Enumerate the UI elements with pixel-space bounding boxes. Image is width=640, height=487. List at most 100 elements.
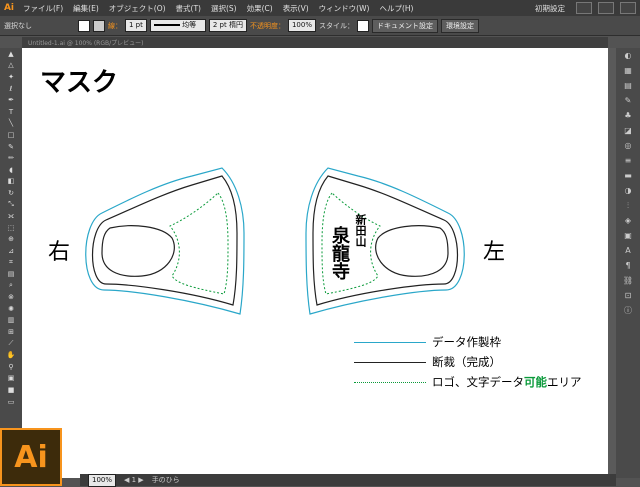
blob-brush-tool-icon[interactable]: ◖ xyxy=(0,164,22,176)
artboard-tool-icon[interactable]: ⊞ xyxy=(0,326,22,338)
menu-help[interactable]: ヘルプ(H) xyxy=(374,3,418,14)
menu-edit[interactable]: 編集(E) xyxy=(68,3,104,14)
left-mask-ear-hole xyxy=(375,225,449,277)
eraser-tool-icon[interactable]: ◧ xyxy=(0,176,22,188)
pen-tool-icon[interactable]: ✒ xyxy=(0,94,22,106)
symbols-panel-icon[interactable]: ♣ xyxy=(616,108,640,123)
zoom-tool-icon[interactable]: ⚲ xyxy=(0,361,22,373)
lasso-tool-icon[interactable]: ℓ xyxy=(0,83,22,95)
graph-tool-icon[interactable]: ▥ xyxy=(0,315,22,327)
character-panel-icon[interactable]: A xyxy=(616,243,640,258)
free-transform-tool-icon[interactable]: ⬚ xyxy=(0,222,22,234)
rotate-tool-icon[interactable]: ↻ xyxy=(0,187,22,199)
gradient-tool-icon[interactable]: ▤ xyxy=(0,268,22,280)
menu-object[interactable]: オブジェクト(O) xyxy=(104,3,171,14)
profile-line-icon xyxy=(153,24,180,26)
selection-status: 選択なし xyxy=(4,21,32,30)
fill-stroke-icon[interactable]: ▣ xyxy=(0,373,22,385)
artboards-panel-icon[interactable]: ▣ xyxy=(616,228,640,243)
line-tool-icon[interactable]: ╲ xyxy=(0,118,22,130)
info-panel-icon[interactable]: ⓘ xyxy=(616,303,640,318)
menu-select[interactable]: 選択(S) xyxy=(206,3,242,14)
gradient-panel-icon[interactable]: ▬ xyxy=(616,168,640,183)
right-mask-nose-hole xyxy=(101,225,175,277)
menu-file[interactable]: ファイル(F) xyxy=(18,3,68,14)
stroke-weight-field[interactable]: 1 pt xyxy=(125,19,147,32)
style-swatch[interactable] xyxy=(356,19,369,32)
brushes-panel-icon[interactable]: ✎ xyxy=(616,93,640,108)
direct-selection-tool-icon[interactable]: △ xyxy=(0,60,22,72)
status-bar: 100% ◀ 1 ▶ 手のひら xyxy=(80,473,616,487)
variable-width-profile[interactable]: 均等 xyxy=(149,19,206,32)
vertical-scrollbar[interactable] xyxy=(608,48,616,478)
paintbrush-tool-icon[interactable]: ✎ xyxy=(0,141,22,153)
align-panel-icon[interactable]: ⫶ xyxy=(616,198,640,213)
brush-definition[interactable]: 2 pt 楕円 xyxy=(208,19,247,32)
stroke-swatch[interactable] xyxy=(93,19,105,32)
artboard-nav[interactable]: ◀ 1 ▶ xyxy=(124,476,144,484)
legend-bleed-label: データ作製枠 xyxy=(432,337,501,349)
width-tool-icon[interactable]: ⟗ xyxy=(0,210,22,222)
maximize-button[interactable] xyxy=(598,2,614,14)
illustrator-logo-text: Ai xyxy=(14,439,48,475)
mask-artwork xyxy=(85,167,465,315)
blend-tool-icon[interactable]: ⊗ xyxy=(0,291,22,303)
control-bar: 選択なし 線： 1 pt 均等 2 pt 楕円 不透明度： 100% スタイル：… xyxy=(0,16,640,36)
stroke-label[interactable]: 線： xyxy=(108,21,122,31)
color-mode-icon[interactable]: ■ xyxy=(0,384,22,396)
transparency-panel-icon[interactable]: ◑ xyxy=(616,183,640,198)
magic-wand-tool-icon[interactable]: ✦ xyxy=(0,71,22,83)
type-tool-icon[interactable]: T xyxy=(0,106,22,118)
current-tool-status[interactable]: 手のひら xyxy=(152,475,180,485)
right-mask-safe-area xyxy=(169,192,229,295)
links-panel-icon[interactable]: ⛓ xyxy=(616,273,640,288)
legend-safe-swatch xyxy=(354,381,426,383)
rectangle-tool-icon[interactable]: □ xyxy=(0,129,22,141)
opacity-label[interactable]: 不透明度： xyxy=(250,21,285,31)
document-setup-button[interactable]: ドキュメント設定 xyxy=(371,18,438,33)
preferences-button[interactable]: 環境設定 xyxy=(440,18,479,33)
menu-type[interactable]: 書式(T) xyxy=(171,3,206,14)
layers-panel-icon[interactable]: ◈ xyxy=(616,213,640,228)
graphic-styles-icon[interactable]: ◪ xyxy=(616,123,640,138)
stroke-panel-icon[interactable]: ≡ xyxy=(616,153,640,168)
color-guide-icon[interactable]: ▦ xyxy=(616,63,640,78)
slice-tool-icon[interactable]: ⟋ xyxy=(0,338,22,350)
selection-tool-icon[interactable]: ▲ xyxy=(0,48,22,60)
screen-mode-icon[interactable]: ▭ xyxy=(0,396,22,408)
minimize-button[interactable] xyxy=(576,2,592,14)
zoom-field[interactable]: 100% xyxy=(88,473,117,487)
right-mask-bleed-outline xyxy=(85,167,245,315)
symbol-sprayer-tool-icon[interactable]: ✺ xyxy=(0,303,22,315)
color-panel-icon[interactable]: ◐ xyxy=(616,48,640,63)
menu-effect[interactable]: 効果(C) xyxy=(242,3,278,14)
mesh-tool-icon[interactable]: ⌗ xyxy=(0,257,22,269)
navigator-panel-icon[interactable]: ⊡ xyxy=(616,288,640,303)
close-button[interactable] xyxy=(620,2,636,14)
illustrator-logo: Ai xyxy=(0,428,62,486)
legend-trim-swatch xyxy=(354,361,426,363)
menu-window[interactable]: ウィンドウ(W) xyxy=(314,3,375,14)
workspace-switcher[interactable]: 初期設定 xyxy=(530,3,570,14)
perspective-grid-tool-icon[interactable]: ⊿ xyxy=(0,245,22,257)
swatches-panel-icon[interactable]: ▤ xyxy=(616,78,640,93)
scale-tool-icon[interactable]: ⤡ xyxy=(0,199,22,211)
legend-safe-label: ロゴ、文字データ可能エリア xyxy=(432,377,582,389)
opacity-field[interactable]: 100% xyxy=(287,19,316,32)
document-tab-title: Untitled-1.ai @ 100% (RGB/プレビュー) xyxy=(28,40,144,47)
right-mask-piece xyxy=(85,167,245,315)
fill-swatch[interactable] xyxy=(78,19,90,32)
pencil-tool-icon[interactable]: ✏ xyxy=(0,152,22,164)
legend-trim: 断裁（完成） xyxy=(354,354,501,370)
appearance-panel-icon[interactable]: ◎ xyxy=(616,138,640,153)
profile-label: 均等 xyxy=(182,21,197,29)
paragraph-panel-icon[interactable]: ¶ xyxy=(616,258,640,273)
menu-view[interactable]: 表示(V) xyxy=(278,3,314,14)
app-logo: Ai xyxy=(3,3,15,13)
eyedropper-tool-icon[interactable]: ⌕ xyxy=(0,280,22,292)
artboard[interactable]: マスク 右 左 新田山 泉龍寺 データ作製枠 断裁（完成） ロゴ、文字データ可能… xyxy=(22,48,608,478)
menu-bar: Ai ファイル(F) 編集(E) オブジェクト(O) 書式(T) 選択(S) 効… xyxy=(0,0,640,16)
shape-builder-tool-icon[interactable]: ⊕ xyxy=(0,234,22,246)
style-label: スタイル： xyxy=(318,21,354,30)
hand-tool-icon[interactable]: ✋ xyxy=(0,349,22,361)
